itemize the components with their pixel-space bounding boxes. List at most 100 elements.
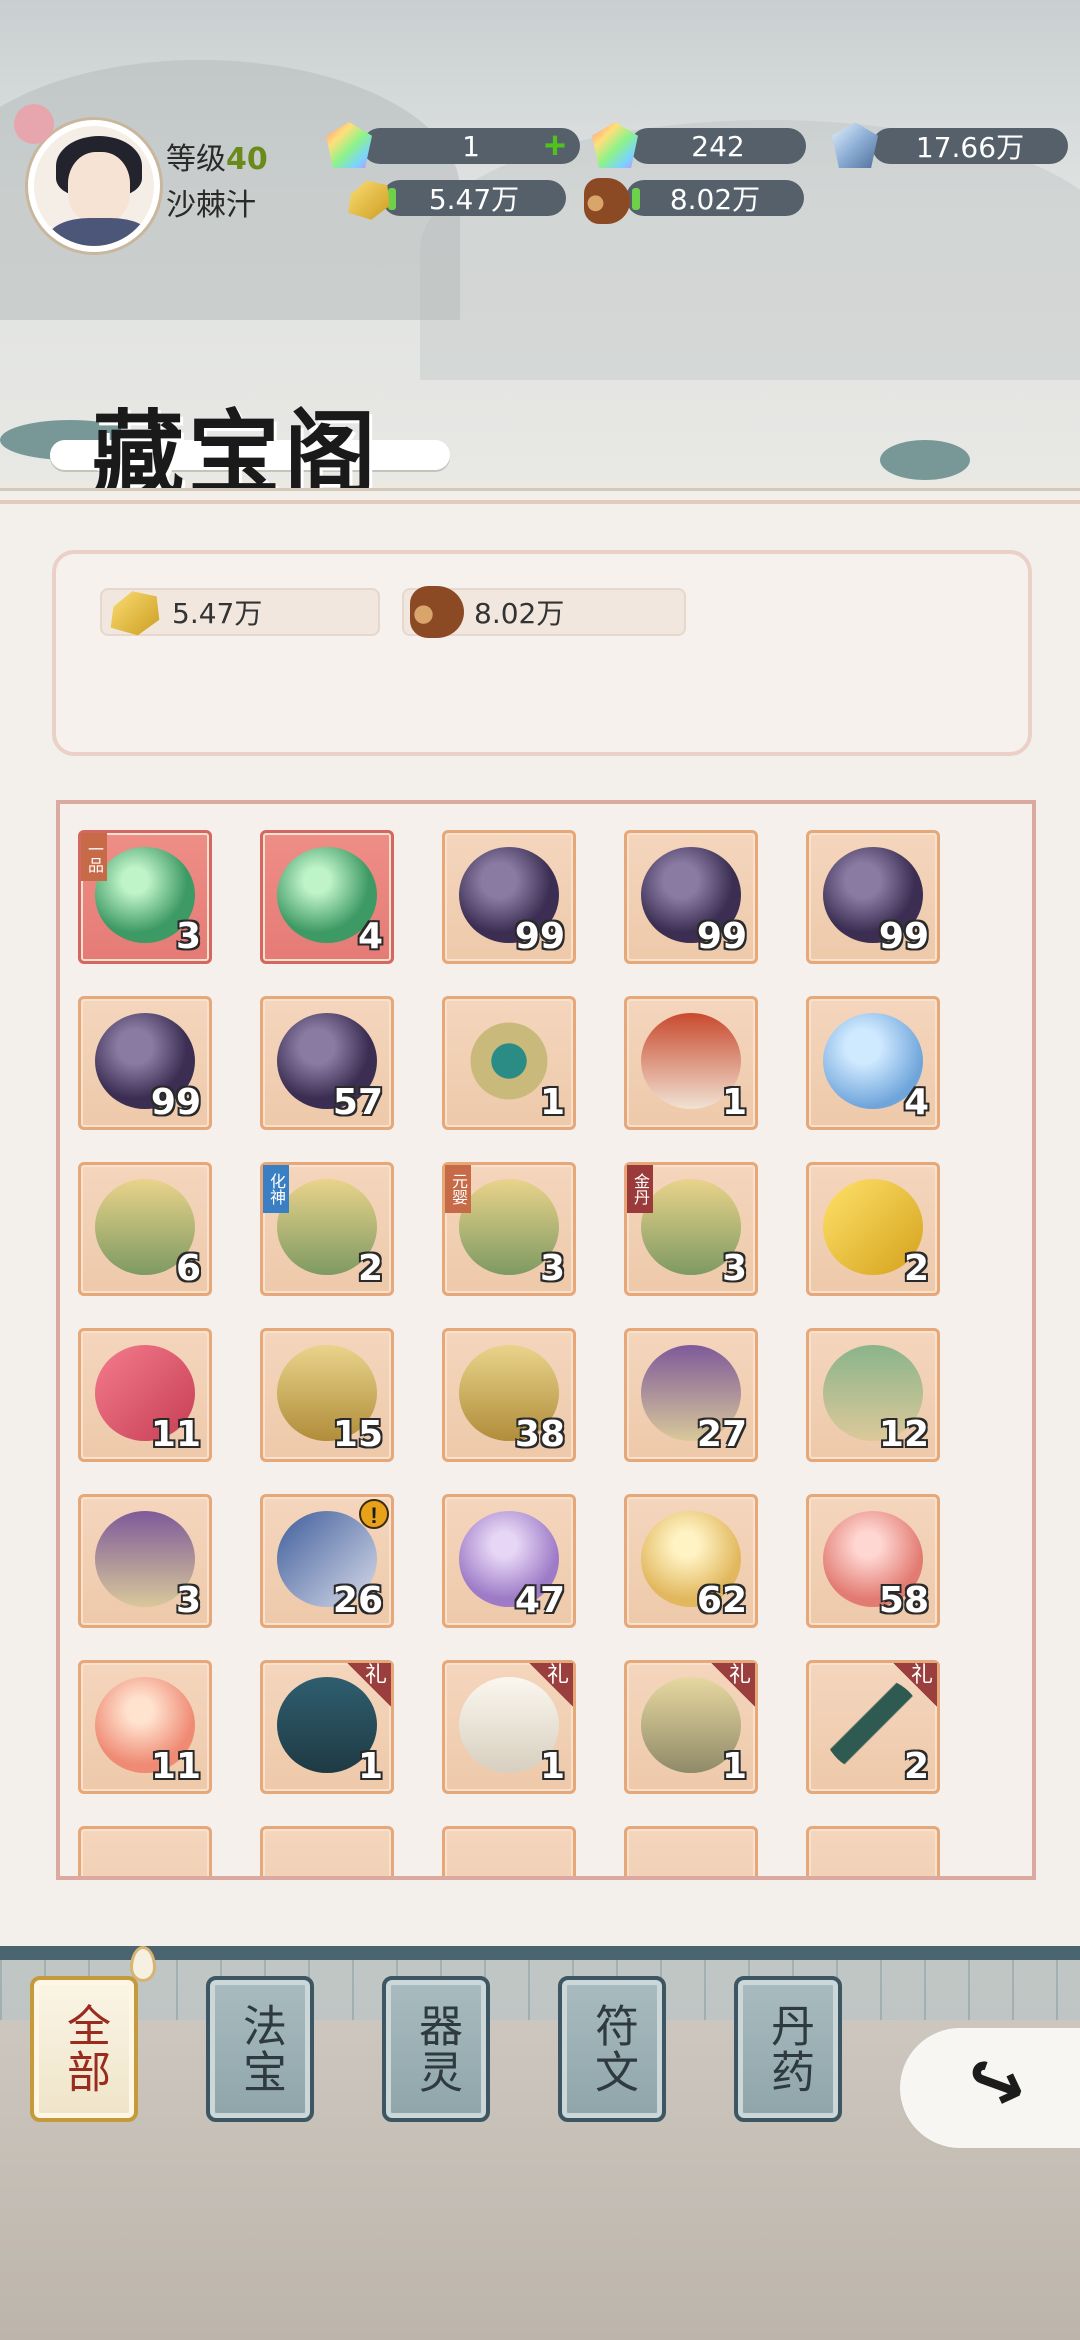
- gold-ore-icon: [110, 591, 160, 636]
- item-count: 3: [175, 1580, 201, 1621]
- inventory-slot[interactable]: 礼1: [624, 1660, 758, 1794]
- inventory-slot[interactable]: 99: [624, 830, 758, 964]
- item-count: 6: [175, 1248, 201, 1289]
- inventory-slot[interactable]: 62: [624, 1494, 758, 1628]
- item-grade-tag: 金丹: [627, 1165, 653, 1213]
- gift-badge: 礼: [711, 1663, 755, 1707]
- inventory-panel: 一品 3 4 99 99 99 99 57 1 1 4 6 化神 2 元婴 3 金丹 3 2 11 15 38 27 12 3!…: [56, 800, 1036, 1880]
- item-count: 11: [150, 1414, 201, 1455]
- tab-label: 器灵: [411, 2003, 462, 2095]
- inventory-slot[interactable]: 58: [806, 1494, 940, 1628]
- inventory-slot[interactable]: 11: [78, 1328, 212, 1462]
- avatar-robe: [48, 218, 152, 246]
- inventory-slot[interactable]: 化神 2: [260, 1162, 394, 1296]
- tab-label: 法宝: [235, 2003, 286, 2095]
- tab-all[interactable]: 全部: [30, 1976, 138, 2122]
- inventory-slot[interactable]: 57: [260, 996, 394, 1130]
- add-gem-button[interactable]: +: [540, 127, 570, 165]
- resource-bound-gem: 242: [630, 128, 806, 164]
- inventory-slot[interactable]: 11: [78, 1660, 212, 1794]
- item-count: 47: [514, 1580, 565, 1621]
- item-count: 1: [539, 1746, 565, 1787]
- inventory-slot[interactable]: 1: [624, 996, 758, 1130]
- inventory-slot-partial[interactable]: [624, 1826, 758, 1876]
- item-count: 2: [903, 1746, 929, 1787]
- player-avatar[interactable]: [10, 100, 160, 260]
- item-count: 3: [539, 1248, 565, 1289]
- resource-value: 5.47万: [428, 183, 520, 216]
- inventory-slot[interactable]: 99: [78, 996, 212, 1130]
- tab-spirit[interactable]: 器灵: [382, 1976, 490, 2122]
- avatar-face: [68, 152, 130, 222]
- item-count: 4: [903, 1082, 929, 1123]
- gold-progress-bar: [388, 188, 396, 210]
- wood-log-icon: [584, 178, 630, 224]
- inventory-slot[interactable]: 15: [260, 1328, 394, 1462]
- inventory-slot[interactable]: 礼2: [806, 1660, 940, 1794]
- item-count: 57: [332, 1082, 383, 1123]
- inventory-slot[interactable]: 47: [442, 1494, 576, 1628]
- item-count: 15: [332, 1414, 383, 1455]
- resource-gold: 5.47万: [382, 180, 566, 216]
- resource-value: 1: [462, 129, 480, 163]
- avatar-frame: [28, 120, 160, 252]
- item-count: 1: [721, 1082, 747, 1123]
- item-count: 26: [332, 1580, 383, 1621]
- item-count: 4: [357, 916, 383, 957]
- inventory-slot[interactable]: 4: [806, 996, 940, 1130]
- item-count: 62: [696, 1580, 747, 1621]
- resource-value: 8.02万: [669, 183, 761, 216]
- resource-value: 242: [691, 129, 745, 163]
- tab-label: 符文: [587, 2003, 638, 2095]
- item-count: 1: [539, 1082, 565, 1123]
- inventory-slot[interactable]: ! 26: [260, 1494, 394, 1628]
- player-name: 沙棘汁: [166, 188, 256, 223]
- flame-icon: [130, 1946, 156, 1982]
- resource-value: 17.66万: [915, 131, 1025, 164]
- panel-divider: [0, 500, 1080, 504]
- item-count: 3: [175, 916, 201, 957]
- gift-badge: 礼: [347, 1663, 391, 1707]
- tab-elixir[interactable]: 丹药: [734, 1976, 842, 2122]
- inventory-grid: 一品 3 4 99 99 99 99 57 1 1 4 6 化神 2 元婴 3 金丹 3 2 11 15 38 27 12 3!…: [60, 804, 1032, 1876]
- inventory-slot[interactable]: 6: [78, 1162, 212, 1296]
- item-grade-tag: 元婴: [445, 1165, 471, 1213]
- inventory-slot[interactable]: 99: [442, 830, 576, 964]
- panel-resource-wood: 8.02万: [402, 586, 686, 638]
- item-count: 2: [357, 1248, 383, 1289]
- inventory-slot[interactable]: 4: [260, 830, 394, 964]
- inventory-slot[interactable]: 38: [442, 1328, 576, 1462]
- inventory-slot-partial[interactable]: [78, 1826, 212, 1876]
- inventory-slot[interactable]: 1: [442, 996, 576, 1130]
- inventory-slot[interactable]: 元婴 3: [442, 1162, 576, 1296]
- resource-blue-crystal: 17.66万: [872, 128, 1068, 164]
- resource-value: 5.47万: [172, 597, 263, 630]
- inventory-slot[interactable]: 一品 3: [78, 830, 212, 964]
- inventory-slot[interactable]: 99: [806, 830, 940, 964]
- inventory-slot-partial[interactable]: [806, 1826, 940, 1876]
- tab-label: 全部: [59, 2003, 110, 2095]
- item-count: 99: [150, 1082, 201, 1123]
- panel-resource-gold: 5.47万: [100, 588, 380, 636]
- item-count: 99: [878, 916, 929, 957]
- inventory-slot[interactable]: 3: [78, 1494, 212, 1628]
- item-count: 99: [696, 916, 747, 957]
- resource-panel: 5.47万 8.02万: [52, 550, 1032, 756]
- resource-value: 8.02万: [474, 597, 565, 630]
- inventory-slot[interactable]: 礼1: [260, 1660, 394, 1794]
- inventory-slot[interactable]: 2: [806, 1162, 940, 1296]
- gift-badge: 礼: [893, 1663, 937, 1707]
- lattice-decoration: [0, 1960, 1080, 2020]
- item-grade-tag: 化神: [263, 1165, 289, 1213]
- tab-treasure[interactable]: 法宝: [206, 1976, 314, 2122]
- inventory-slot-partial[interactable]: [260, 1826, 394, 1876]
- inventory-slot[interactable]: 27: [624, 1328, 758, 1462]
- inventory-slot-partial[interactable]: [442, 1826, 576, 1876]
- inventory-slot[interactable]: 礼1: [442, 1660, 576, 1794]
- item-count: 11: [150, 1746, 201, 1787]
- tab-rune[interactable]: 符文: [558, 1976, 666, 2122]
- level-label: 等级: [166, 142, 226, 177]
- inventory-slot[interactable]: 金丹 3: [624, 1162, 758, 1296]
- inventory-slot[interactable]: 12: [806, 1328, 940, 1462]
- plum-blossom-icon: [14, 104, 54, 144]
